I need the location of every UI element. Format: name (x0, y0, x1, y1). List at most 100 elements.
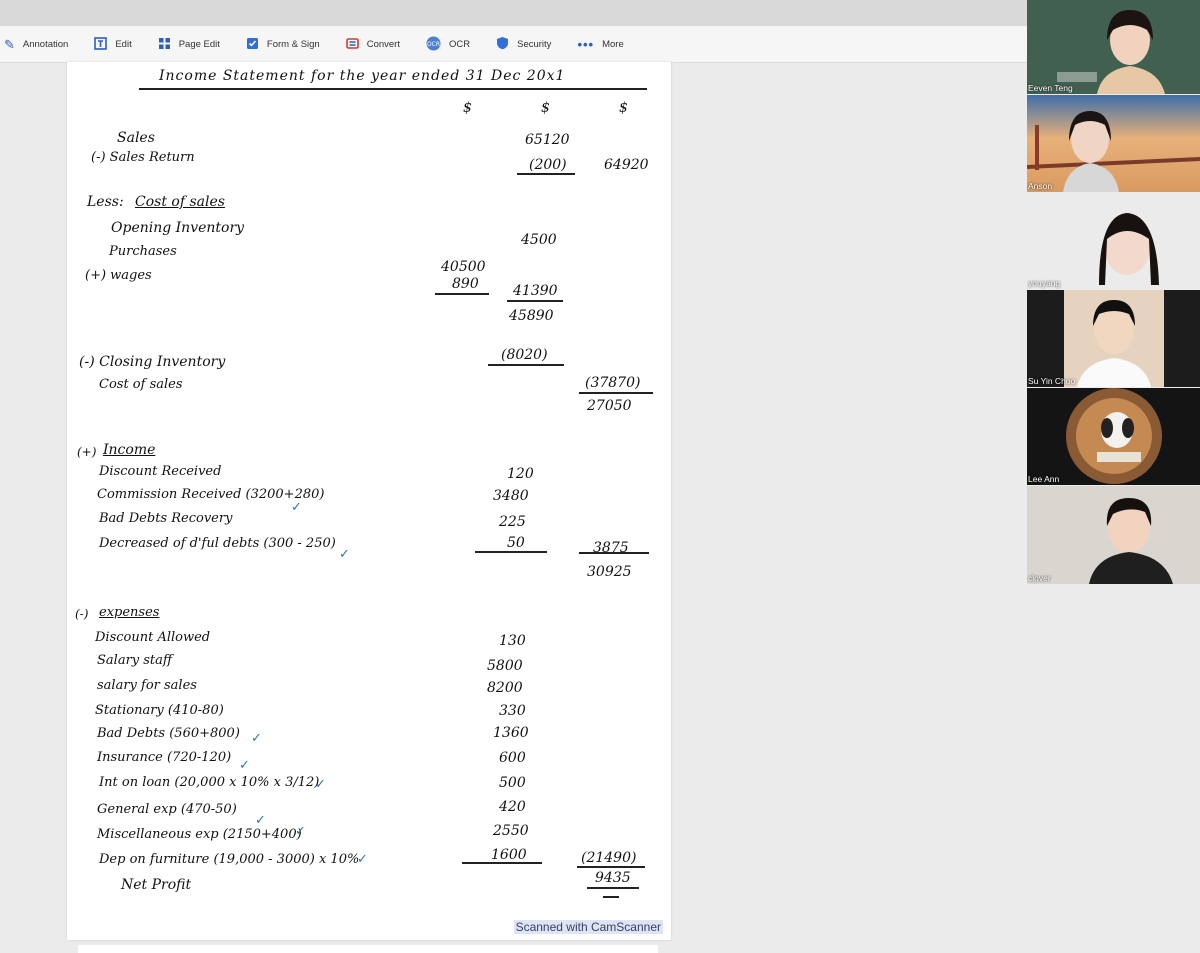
next-page-edge (78, 945, 658, 953)
bad-debts-label: Bad Debts (560+800) (97, 726, 240, 741)
toolbar-security[interactable]: Security (496, 26, 551, 62)
purchases-value: 40500 (441, 259, 486, 275)
salary-staff-label: Salary staff (97, 653, 173, 668)
participant-name: Su Yin Choo (1028, 376, 1076, 386)
convert-icon (345, 37, 359, 52)
participant-name: youyang (1028, 278, 1061, 288)
general-exp-value: 420 (499, 799, 526, 815)
toolbar-page-edit[interactable]: Page Edit (158, 26, 220, 62)
toolbar-ocr[interactable]: OCR OCR (426, 26, 470, 62)
participant-video (1027, 388, 1200, 485)
column-header-1: $ (463, 100, 472, 116)
opening-inventory-value: 4500 (521, 232, 557, 248)
dep-furniture-label: Dep on furniture (19,000 - 3000) x 10% (99, 852, 360, 867)
ocr-icon: OCR (426, 36, 441, 53)
participant-video (1027, 0, 1200, 94)
stationary-label: Stationary (410-80) (95, 703, 224, 718)
insurance-tick: ✓ (239, 758, 250, 773)
sales-return-value: (200) (529, 157, 567, 173)
salary-staff-value: 5800 (487, 658, 523, 674)
sales-return-label: (-) Sales Return (91, 150, 195, 165)
net-profit-double-underline (603, 896, 619, 898)
checkbox-icon (246, 37, 259, 52)
income-total-underline (579, 552, 649, 554)
camscanner-watermark: Scanned with CamScanner (513, 920, 663, 934)
less-label: Less: (87, 194, 124, 210)
toolbar-more-label: More (602, 38, 624, 50)
participant-tile[interactable]: Eeven Teng (1027, 0, 1200, 94)
net-profit-value: 9435 (595, 870, 631, 886)
document-page[interactable]: Income Statement for the year ended 31 D… (67, 62, 671, 940)
wages-underline (435, 293, 489, 295)
participant-name: clover (1028, 573, 1051, 583)
title-underline (139, 88, 647, 90)
sales-value: 65120 (525, 132, 570, 148)
decrease-doubtful-debts-label: Decreased of d'ful debts (300 - 250) (99, 536, 336, 551)
column-header-2: $ (541, 100, 550, 116)
toolbar-edit[interactable]: Edit (94, 26, 132, 62)
gross-profit-value: 27050 (587, 398, 632, 414)
bad-debts-recovery-value: 225 (499, 514, 526, 530)
participant-video (1027, 486, 1200, 584)
stationary-value: 330 (499, 703, 526, 719)
discount-allowed-value: 130 (499, 633, 526, 649)
shield-icon (496, 36, 509, 52)
participant-tile[interactable]: Lee Ann (1027, 388, 1200, 485)
income-total: 3875 (593, 540, 629, 556)
subtotal-value: 45890 (509, 308, 554, 324)
edit-icon (94, 36, 108, 52)
toolbar-convert[interactable]: Convert (345, 26, 400, 62)
bad-debts-tick: ✓ (251, 731, 262, 746)
net-profit-label: Net Profit (121, 877, 192, 893)
expenses-heading: expenses (99, 605, 160, 620)
interest-tick: ✓ (315, 777, 326, 792)
grid-icon (158, 37, 171, 52)
bad-debts-value: 1360 (493, 725, 529, 741)
participant-tile[interactable]: Anson (1027, 95, 1200, 192)
doubtful-debts-tick: ✓ (339, 547, 350, 562)
interest-on-loan-value: 500 (499, 775, 526, 791)
misc-exp-label: Miscellaneous exp (2150+400) (97, 827, 302, 842)
commission-tick: ✓ (291, 500, 302, 515)
toolbar-annotation[interactable]: ✎ Annotation (4, 26, 68, 62)
expenses-total-underline (577, 866, 645, 868)
toolbar-more[interactable]: ••• More (577, 26, 623, 62)
bad-debts-recovery-label: Bad Debts Recovery (99, 511, 233, 526)
dep-furniture-tick: ✓ (357, 852, 368, 867)
participant-tile[interactable]: clover (1027, 486, 1200, 584)
pdf-toolbar: ✎ Annotation Edit Page Edit Form & Sign … (0, 26, 1027, 63)
participant-video (1027, 290, 1200, 387)
purchases-wages-total: 41390 (513, 283, 558, 299)
misc-exp-value: 2550 (493, 823, 529, 839)
toolbar-annotation-label: Annotation (22, 38, 69, 50)
cost-of-sales-label: Cost of sales (99, 377, 183, 392)
cost-of-sales-underline (579, 392, 653, 394)
toolbar-form-sign[interactable]: Form & Sign (246, 26, 320, 62)
general-exp-label: General exp (470-50) (97, 802, 237, 817)
opening-inventory-label: Opening Inventory (111, 220, 245, 236)
participant-video (1027, 95, 1200, 192)
cost-of-sales-heading: Cost of sales (135, 194, 225, 210)
discount-received-value: 120 (507, 466, 534, 482)
general-exp-tick: ✓ (255, 813, 266, 828)
sales-label: Sales (117, 130, 155, 146)
salary-sales-label: salary for sales (97, 678, 197, 693)
sales-return-underline (517, 173, 575, 175)
closing-inventory-underline (488, 364, 564, 366)
misc-exp-tick: ✓ (295, 824, 306, 839)
discount-allowed-label: Discount Allowed (95, 630, 211, 645)
cost-of-sales-value: (37870) (585, 375, 641, 391)
closing-inventory-label: (-) Closing Inventory (79, 354, 226, 370)
more-icon: ••• (577, 36, 595, 52)
insurance-value: 600 (499, 750, 526, 766)
interest-on-loan-label: Int on loan (20,000 x 10% x 3/12) (99, 775, 320, 790)
income-prefix: (+) (77, 445, 97, 459)
income-heading: Income (103, 442, 156, 458)
participant-tile[interactable]: Su Yin Choo (1027, 290, 1200, 387)
insurance-label: Insurance (720-120) (97, 750, 232, 765)
participant-name: Anson (1028, 181, 1053, 191)
discount-received-label: Discount Received (99, 464, 222, 479)
participant-tile[interactable]: youyang (1027, 193, 1200, 289)
window-top-strip (0, 0, 1027, 26)
expenses-prefix: (-) (75, 607, 89, 621)
